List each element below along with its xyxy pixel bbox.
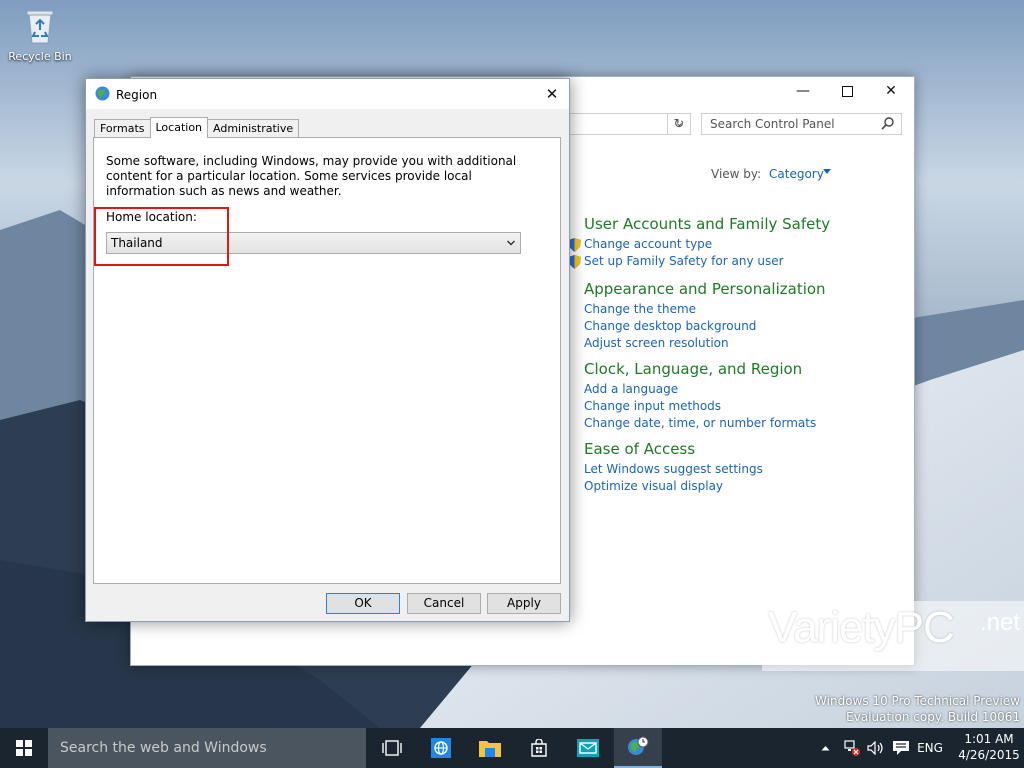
task-view-button[interactable] [368, 728, 416, 768]
category-appearance: Appearance and Personalization Change th… [584, 280, 904, 352]
chevron-down-icon[interactable] [507, 239, 515, 247]
store-icon [531, 739, 547, 757]
watermark-suffix: .net [979, 609, 1020, 636]
minimize-icon[interactable]: — [781, 77, 825, 105]
category-title[interactable]: User Accounts and Family Safety [584, 215, 904, 233]
view-by-arrow-icon[interactable] [823, 169, 831, 174]
link-change-desktop-background[interactable]: Change desktop background [584, 318, 904, 335]
clock-date: 4/26/2015 [958, 748, 1020, 762]
tab-location[interactable]: Location [149, 117, 209, 138]
recycle-bin[interactable]: Recycle Bin [6, 8, 74, 63]
category-title[interactable]: Ease of Access [584, 440, 904, 458]
view-by-dropdown[interactable]: Category [769, 167, 824, 181]
link-optimize-visual-display[interactable]: Optimize visual display [584, 478, 904, 495]
browser-icon [431, 738, 451, 758]
dialog-title: Region [116, 88, 158, 102]
chevron-up-icon [821, 746, 829, 751]
build-line-2: Evaluation copy. Build 10061 [846, 710, 1020, 724]
refresh-icon[interactable]: ↻ [667, 113, 691, 135]
clock[interactable]: 1:01 AM 4/26/2015 [958, 731, 1020, 763]
category-title[interactable]: Clock, Language, and Region [584, 360, 904, 378]
clock-globe-icon [628, 736, 649, 755]
apply-button[interactable]: Apply [487, 593, 561, 614]
taskbar-region-button[interactable] [614, 728, 662, 768]
link-change-account-type[interactable]: Change account type [568, 236, 904, 253]
dialog-tabs: Formats Location Administrative [94, 117, 300, 138]
windows-icon [16, 740, 32, 756]
notifications-icon [893, 741, 909, 755]
tab-formats[interactable]: Formats [94, 119, 151, 138]
mail-icon [577, 739, 599, 757]
search-icon[interactable] [881, 116, 895, 130]
recycle-bin-icon [25, 8, 55, 44]
category-title[interactable]: Appearance and Personalization [584, 280, 904, 298]
speaker-icon [867, 741, 883, 755]
folder-icon [479, 741, 501, 757]
location-tab-panel: Some software, including Windows, may pr… [93, 137, 561, 584]
category-clock-language-region: Clock, Language, and Region Add a langua… [584, 360, 904, 432]
link-change-theme[interactable]: Change the theme [584, 301, 904, 318]
maximize-icon[interactable] [825, 77, 869, 105]
link-adjust-screen-resolution[interactable]: Adjust screen resolution [584, 335, 904, 352]
volume-control[interactable] [866, 728, 886, 768]
link-windows-suggest-settings[interactable]: Let Windows suggest settings [584, 461, 904, 478]
link-change-input-methods[interactable]: Change input methods [584, 398, 904, 415]
link-add-language[interactable]: Add a language [584, 381, 904, 398]
watermark: VarietyPC .net [762, 601, 1024, 671]
recycle-bin-label: Recycle Bin [8, 50, 72, 63]
link-change-formats[interactable]: Change date, time, or number formats [584, 415, 904, 432]
tab-administrative[interactable]: Administrative [207, 119, 300, 138]
start-button[interactable] [0, 728, 48, 768]
search-control-panel-input[interactable] [701, 113, 902, 135]
clock-time: 1:01 AM [964, 732, 1014, 746]
link-text[interactable]: Change account type [584, 236, 712, 253]
link-family-safety[interactable]: Set up Family Safety for any user [568, 253, 904, 270]
taskbar-search-input[interactable] [48, 728, 366, 768]
taskbar-explorer-button[interactable] [466, 728, 514, 768]
build-line-1: Windows 10 Pro Technical Preview [815, 694, 1020, 708]
category-user-accounts: User Accounts and Family Safety Change a… [568, 215, 904, 270]
network-error-icon [844, 740, 860, 756]
category-ease-of-access: Ease of Access Let Windows suggest setti… [584, 440, 904, 495]
highlight-box [94, 207, 229, 266]
close-icon[interactable]: ✕ [535, 79, 569, 109]
taskbar-ie-button[interactable] [417, 728, 465, 768]
taskbar-store-button[interactable] [515, 728, 563, 768]
task-view-icon [382, 740, 402, 756]
view-by-label: View by: [711, 167, 762, 181]
location-description: Some software, including Windows, may pr… [106, 154, 517, 198]
globe-icon [95, 86, 110, 101]
cancel-button[interactable]: Cancel [407, 593, 481, 614]
network-status[interactable] [842, 728, 862, 768]
close-icon[interactable]: ✕ [869, 77, 913, 105]
action-center[interactable] [890, 728, 912, 768]
ok-button[interactable]: OK [326, 593, 400, 614]
show-hidden-icons[interactable] [816, 728, 834, 768]
region-dialog-titlebar: Region ✕ [86, 79, 569, 109]
region-dialog: Region ✕ Formats Location Administrative… [85, 78, 570, 622]
watermark-brand: VarietyPC [768, 603, 955, 652]
taskbar-outlook-button[interactable] [564, 728, 612, 768]
taskbar: ENG 1:01 AM 4/26/2015 [0, 728, 1024, 768]
input-language[interactable]: ENG [914, 728, 946, 768]
link-text[interactable]: Set up Family Safety for any user [584, 253, 784, 270]
